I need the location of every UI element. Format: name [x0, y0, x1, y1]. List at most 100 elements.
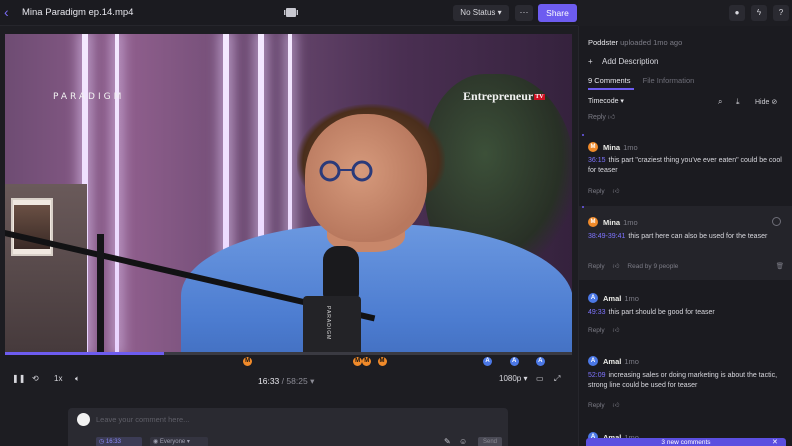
- pause-icon[interactable]: ❚❚: [12, 374, 25, 383]
- video-mode-icon[interactable]: [284, 7, 298, 18]
- comment-dot: [582, 134, 584, 136]
- close-icon[interactable]: ✕: [772, 438, 778, 446]
- microphone: [323, 246, 359, 300]
- status-label: No Status: [460, 8, 496, 17]
- author-name: Mina: [603, 143, 621, 152]
- fullscreen-icon[interactable]: ⤢: [554, 374, 560, 384]
- sort-dropdown[interactable]: Timecode ▾: [588, 98, 624, 105]
- timeline-comment-marker[interactable]: A: [509, 357, 519, 366]
- like-icon[interactable]: 👍︎: [613, 327, 620, 334]
- comment-age: 1mo: [623, 143, 638, 152]
- timeline-comment-marker[interactable]: M: [362, 357, 372, 366]
- tab-comments[interactable]: 9 Comments: [588, 76, 631, 85]
- mic-stand: [97, 234, 104, 352]
- like-icon[interactable]: 👍︎: [613, 188, 620, 195]
- reply-link[interactable]: Reply: [588, 188, 605, 195]
- more-button[interactable]: ···: [515, 5, 533, 21]
- comment-text: 49:33 this part should be good for teaser: [588, 308, 784, 318]
- visibility-label: Everyone: [159, 439, 186, 445]
- author-name: Amal: [603, 294, 622, 303]
- comment-footer: Reply 👍︎: [588, 401, 627, 409]
- light-stripe: [115, 34, 119, 352]
- chevron-down-icon: ▾: [497, 8, 502, 17]
- comment-age: 1mo: [623, 218, 638, 227]
- avatar: M: [588, 217, 598, 227]
- plus-icon: +: [588, 57, 593, 66]
- comment-footer: Reply 👍︎ Read by 9 people 🗑︎: [588, 262, 784, 270]
- like-icon[interactable]: 👍︎: [613, 263, 620, 270]
- chevron-down-icon[interactable]: ▾: [310, 376, 314, 386]
- trash-icon[interactable]: 🗑︎: [776, 262, 784, 270]
- comment-author: Mina 1mo: [603, 218, 638, 227]
- uploader-name: Poddster: [588, 38, 619, 47]
- add-description-button[interactable]: + Add Description: [588, 57, 658, 66]
- timecode-display: 16:33 / 58:25 ▾: [258, 376, 314, 387]
- new-comments-banner[interactable]: 3 new comments: [586, 438, 786, 446]
- comment-footer: Reply 👍︎: [588, 326, 627, 334]
- avatar: [77, 413, 90, 426]
- comment-timecode[interactable]: 49:33: [588, 309, 606, 316]
- help-icon[interactable]: ?: [773, 5, 789, 21]
- comment-timecode[interactable]: 38:49-39:41: [588, 233, 625, 240]
- quality-button[interactable]: 1080p ▾: [499, 374, 528, 383]
- comment-input[interactable]: Leave your comment here...: [96, 415, 189, 424]
- send-button[interactable]: Send: [478, 437, 502, 446]
- paradigm-watermark: PARADIGM: [53, 92, 125, 102]
- quality-label: 1080p: [499, 374, 522, 383]
- user-icon[interactable]: ●: [729, 5, 745, 21]
- comment-text: 38:49-39:41 this part here can also be us…: [588, 232, 784, 242]
- like-icon[interactable]: 👍︎: [613, 402, 620, 409]
- comment-item[interactable]: M Mina 1mo 38:49-39:41 this part here can …: [579, 206, 792, 280]
- tab-file-information[interactable]: File Information: [643, 76, 695, 85]
- search-icon[interactable]: ⌕: [718, 97, 722, 107]
- add-description-label: Add Description: [602, 57, 659, 66]
- timeline-comment-marker[interactable]: M: [243, 357, 253, 366]
- visibility-dropdown[interactable]: ◉ Everyone ▾: [150, 437, 208, 446]
- speed-button[interactable]: 1x: [54, 374, 62, 383]
- microphone-mount: [303, 296, 361, 352]
- author-name: Amal: [603, 357, 622, 366]
- theater-icon[interactable]: ▭: [536, 374, 544, 383]
- hide-button[interactable]: Hide ⊘: [755, 98, 777, 106]
- loop-icon[interactable]: ⟲: [32, 374, 39, 383]
- reply-link[interactable]: Reply: [588, 402, 605, 409]
- glasses: [319, 160, 373, 182]
- status-dropdown[interactable]: No Status ▾: [453, 5, 509, 21]
- entrepreneur-watermark: Entrepreneur TV: [463, 89, 545, 104]
- reply-link[interactable]: Reply: [588, 263, 605, 270]
- video-player[interactable]: PARADIGM PARADIGM Entrepreneur TV: [5, 34, 572, 352]
- comment-text: 36:15 this part "craziest thing you've ev…: [588, 156, 784, 176]
- timeline-comment-marker[interactable]: M: [377, 357, 387, 366]
- timecode-chip[interactable]: ◷ 16:33: [96, 437, 142, 446]
- player-controls: ❚❚ ⟲ 1x 🔈︎ 16:33 / 58:25 ▾ 1080p ▾ ▭ ⤢: [0, 372, 578, 392]
- comment-item[interactable]: A Amal 1mo 52:09 increasing sales or doing…: [579, 348, 792, 428]
- timeline-comment-marker[interactable]: A: [483, 357, 493, 366]
- reply-link[interactable]: Reply: [588, 327, 605, 334]
- comment-item[interactable]: M Mina 1mo 36:15 this part "craziest thing…: [579, 134, 792, 204]
- avatar: A: [588, 356, 598, 366]
- share-button[interactable]: Share: [538, 4, 577, 22]
- comments-panel: Poddster uploaded 1mo ago + Add Descripti…: [578, 26, 792, 446]
- emoji-icon[interactable]: ☺: [459, 437, 467, 446]
- comment-author: Amal1mo: [603, 357, 639, 366]
- read-receipt: Read by 9 people: [627, 263, 679, 270]
- comment-timecode[interactable]: 36:15: [588, 157, 606, 164]
- comment-timecode[interactable]: 52:09: [588, 372, 606, 379]
- draw-icon[interactable]: ✎: [444, 437, 451, 446]
- progress-fill: [5, 352, 164, 355]
- timeline-comment-marker[interactable]: A: [535, 357, 545, 366]
- comment-dot: [582, 206, 584, 208]
- lightning-icon[interactable]: ϟ: [751, 5, 767, 21]
- reply-link[interactable]: Reply 👍︎: [588, 112, 615, 121]
- comment-item[interactable]: A Amal 1mo 49:33 this part should be good …: [579, 284, 792, 354]
- time-separator: /: [281, 376, 285, 386]
- comment-body: this part should be good for teaser: [608, 309, 715, 316]
- resolve-checkbox[interactable]: [772, 217, 781, 226]
- timeline-comment-marker[interactable]: M: [353, 357, 363, 366]
- comment-age: 1mo: [624, 294, 639, 303]
- download-icon[interactable]: ⤓: [736, 97, 740, 107]
- comment-filter-row: Timecode ▾ ⌕ ⤓ Hide ⊘: [588, 97, 786, 109]
- volume-icon[interactable]: 🔈︎: [75, 374, 80, 384]
- back-arrow-icon[interactable]: ‹: [4, 4, 16, 20]
- author-name: Mina: [603, 218, 621, 227]
